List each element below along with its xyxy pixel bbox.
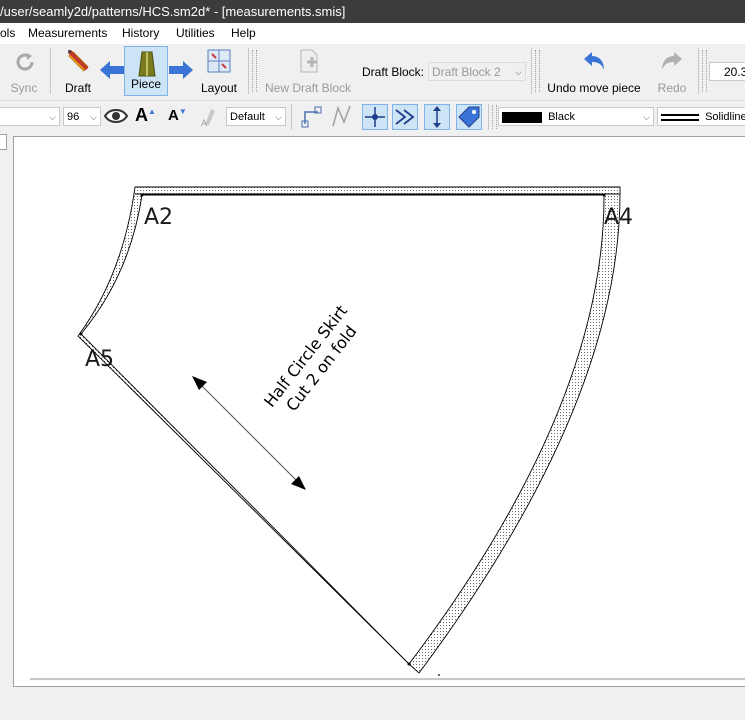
node-tool-button[interactable]: [300, 104, 326, 130]
menu-measurements[interactable]: Measurements: [28, 26, 107, 40]
chevron-down-icon: ⌵: [49, 112, 56, 122]
dock-tab[interactable]: [0, 134, 7, 150]
piece-mode-button[interactable]: Piece: [124, 46, 168, 96]
separator: [248, 48, 249, 94]
draft-label: Draft: [64, 81, 91, 95]
menu-bar: ols Measurements History Utilities Help: [0, 23, 745, 44]
menu-tools[interactable]: ols: [0, 26, 15, 40]
redo-button[interactable]: Redo: [652, 44, 692, 99]
new-draft-block-label: New Draft Block: [264, 81, 352, 95]
layout-icon: [207, 49, 231, 73]
point-a2-marker[interactable]: [140, 193, 144, 197]
zoom-value: 20.3: [724, 65, 745, 79]
draft-block-select[interactable]: Draft Block 2 ⌵: [428, 62, 526, 81]
toolbar-grip[interactable]: [702, 50, 707, 92]
line-type-select[interactable]: Solidline: [657, 107, 745, 126]
toolbar-grip[interactable]: [535, 50, 540, 92]
font-family-select[interactable]: ⌵: [0, 107, 60, 126]
new-document-icon: [300, 49, 318, 73]
sync-label: Sync: [10, 81, 38, 95]
point-a5-label: A5: [85, 347, 114, 372]
crosshair-icon: [365, 107, 385, 127]
separator: [488, 104, 489, 130]
title-bar: /user/seamly2d/patterns/HCS.sm2d* - [mea…: [0, 0, 745, 23]
spline-icon: [332, 105, 351, 127]
font-grow-icon[interactable]: A▲: [135, 105, 156, 126]
undo-button[interactable]: Undo move piece: [541, 44, 647, 99]
font-shrink-icon[interactable]: A▼: [168, 107, 187, 124]
piece-icon: [138, 51, 156, 77]
redo-icon: [662, 52, 682, 70]
grainline-button[interactable]: [424, 104, 450, 130]
text-color-icon[interactable]: A: [199, 107, 221, 127]
arrow-left-icon: [100, 61, 124, 79]
point-a2-label: A2: [144, 205, 173, 230]
chevron-down-icon: ⌵: [643, 112, 650, 122]
double-chevron-icon: [395, 109, 415, 125]
main-toolbar: Sync Draft Piece Layout New Draft Block …: [0, 44, 745, 99]
drawing-canvas[interactable]: A2 A4 A5 Half Circle Skirt Cut 2 on fold: [13, 136, 745, 687]
layout-mode-button[interactable]: Layout: [196, 44, 242, 99]
window-title: /user/seamly2d/patterns/HCS.sm2d* - [mea…: [0, 4, 346, 19]
separator: [698, 48, 699, 94]
point-tool-button[interactable]: [362, 104, 388, 130]
undo-icon: [584, 52, 604, 70]
vertical-arrow-icon: [433, 106, 441, 128]
point-bottom-marker[interactable]: [407, 662, 411, 666]
chevron-down-icon: ⌵: [515, 67, 522, 77]
separator: [50, 48, 51, 94]
eye-icon[interactable]: [104, 108, 128, 124]
undo-label: Undo move piece: [547, 81, 641, 95]
svg-text:A: A: [201, 119, 208, 127]
zoom-field[interactable]: 20.3: [709, 62, 745, 81]
line-color-value: Black: [548, 111, 575, 123]
label-button[interactable]: [456, 104, 482, 130]
property-toolbar: ⌵ 96 ⌵ A▲ A▼ A Default ⌵ Black ⌵ Solidli…: [0, 100, 745, 133]
curve-node-icon: [301, 106, 322, 128]
color-swatch: [502, 111, 542, 123]
tag-icon: [458, 106, 480, 128]
seam-line: [80, 194, 605, 665]
point-a4-marker[interactable]: [602, 193, 606, 197]
draft-mode-button[interactable]: Draft: [58, 44, 98, 99]
seam-allowance-button[interactable]: [392, 104, 418, 130]
half-circle-skirt-piece[interactable]: A2 A4 A5 Half Circle Skirt Cut 2 on fold: [77, 186, 633, 674]
spline-tool-button[interactable]: [330, 104, 356, 130]
text-style-select[interactable]: Default ⌵: [226, 107, 286, 126]
point-a5-marker[interactable]: [79, 332, 83, 336]
canvas-artifact: [438, 674, 440, 676]
pencil-ruler-icon: [67, 49, 89, 72]
layout-label: Layout: [200, 81, 238, 95]
chevron-down-icon: ⌵: [275, 112, 282, 122]
font-size-value: 96: [67, 111, 80, 123]
new-draft-block-button[interactable]: New Draft Block: [258, 44, 358, 99]
piece-label: Piece: [130, 77, 162, 91]
line-type-value: Solidline: [705, 111, 745, 123]
menu-utilities[interactable]: Utilities: [176, 26, 215, 40]
toolbar-grip[interactable]: [252, 50, 257, 92]
chevron-down-icon: ⌵: [90, 112, 97, 122]
sync-icon: [16, 53, 34, 71]
font-size-select[interactable]: 96 ⌵: [63, 107, 101, 126]
toolbar-grip[interactable]: [492, 105, 497, 129]
sync-button[interactable]: Sync: [4, 44, 44, 99]
line-type-preview: [661, 113, 699, 121]
point-a4-label: A4: [604, 205, 633, 230]
separator: [291, 104, 292, 130]
text-style-value: Default: [230, 111, 265, 123]
menu-help[interactable]: Help: [231, 26, 256, 40]
draft-block-value: Draft Block 2: [432, 65, 501, 79]
separator: [531, 48, 532, 94]
pattern-piece-view: A2 A4 A5 Half Circle Skirt Cut 2 on fold: [77, 186, 633, 676]
arrow-right-icon: [169, 61, 193, 79]
line-color-select[interactable]: Black ⌵: [498, 107, 654, 126]
redo-label: Redo: [657, 81, 687, 95]
menu-history[interactable]: History: [122, 26, 159, 40]
horizontal-scrollbar[interactable]: [30, 678, 745, 680]
draft-block-label: Draft Block:: [362, 65, 425, 79]
